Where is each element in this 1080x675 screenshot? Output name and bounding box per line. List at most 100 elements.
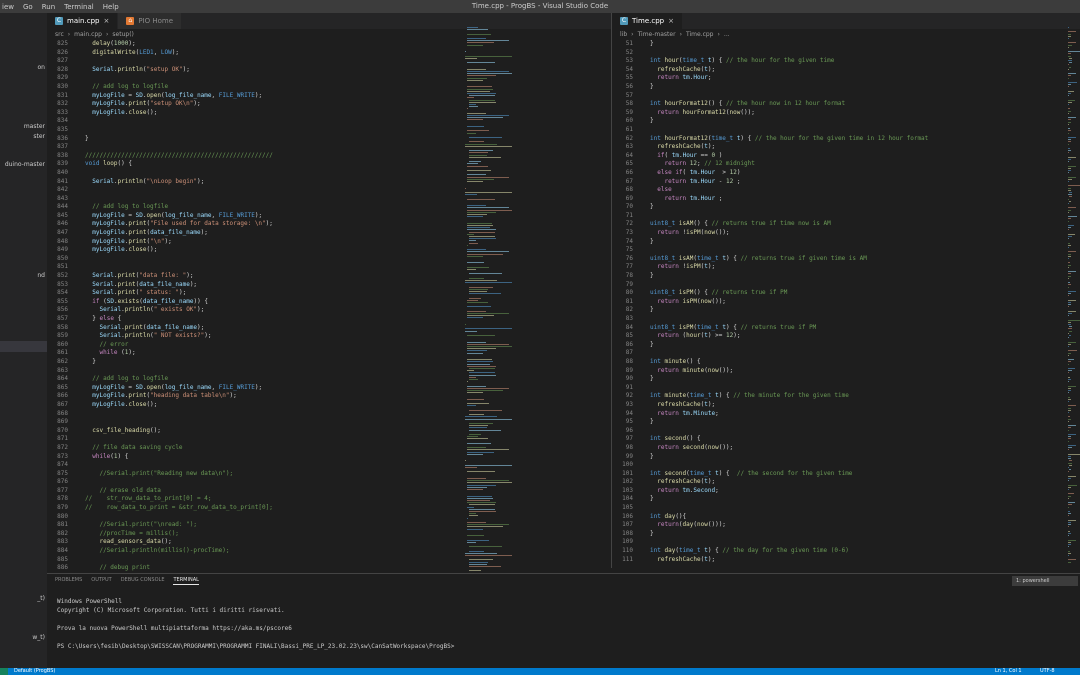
code-line[interactable]: Serial.print(data_file_name); [85,324,273,333]
code-line[interactable]: myLogFile = SD.open(log_file_name, FILE_… [85,92,273,101]
code-line[interactable]: // add log to logfile [85,375,273,384]
close-icon[interactable]: × [103,17,109,25]
code-line[interactable] [650,126,928,135]
code-line[interactable]: myLogFile.print("File used for data stor… [85,220,273,229]
code-line[interactable]: return second(now()); [650,444,928,453]
code-line[interactable]: refreshCache(t); [650,556,928,565]
tab-main-cpp[interactable]: C main.cpp × [47,13,119,29]
code-line[interactable] [650,427,928,436]
code-line[interactable]: // erase old data [85,487,273,496]
code-line[interactable]: void loop() { [85,160,273,169]
code-line[interactable] [650,461,928,470]
code-line[interactable] [85,143,273,152]
code-line[interactable] [85,57,273,66]
code-line[interactable]: return tm.Hour; [650,74,928,83]
code-line[interactable]: uint8_t isPM(time_t t) { // returns true… [650,324,928,333]
code-line[interactable]: // debug print [85,564,273,573]
code-line[interactable]: return 12; // 12 midnight [650,160,928,169]
code-line[interactable]: } [650,453,928,462]
code-line[interactable]: return tm.Hour ; [650,195,928,204]
code-line[interactable]: myLogFile = SD.open(log_file_name, FILE_… [85,212,273,221]
code-line[interactable]: int second() { [650,435,928,444]
code-line[interactable]: int minute(time_t t) { // the minute for… [650,392,928,401]
code-line[interactable] [85,367,273,376]
code-line[interactable]: } [650,418,928,427]
code-line[interactable]: uint8_t isAM() { // returns true if time… [650,220,928,229]
code-line[interactable] [650,49,928,58]
code-line[interactable] [85,556,273,565]
code-line[interactable]: //procTime = millis(); [85,530,273,539]
code-line[interactable]: ////////////////////////////////////////… [85,152,273,161]
close-icon[interactable]: × [668,17,674,25]
menu-item-go[interactable]: Go [23,3,33,11]
code-line[interactable]: return tm.Second; [650,487,928,496]
code-line[interactable] [85,117,273,126]
code-line[interactable] [650,349,928,358]
code-line[interactable]: } [650,238,928,247]
code-line[interactable]: myLogFile.close(); [85,109,273,118]
code-line[interactable]: } [650,117,928,126]
code-line[interactable]: return hourFormat12(now()); [650,109,928,118]
code-line[interactable]: // add log to logfile [85,203,273,212]
code-line[interactable]: myLogFile.print("\n"); [85,238,273,247]
code-line[interactable] [85,461,273,470]
code-line[interactable] [650,384,928,393]
code-line[interactable]: return !isPM(now()); [650,229,928,238]
breadcrumb-item[interactable]: Time.cpp [686,29,714,40]
code-line[interactable]: digitalWrite(LED1, LOW); [85,49,273,58]
code-line[interactable]: if (SD.exists(data_file_name)) { [85,298,273,307]
code-line[interactable]: } [650,40,928,49]
tab-debug-console[interactable]: DEBUG CONSOLE [121,577,165,585]
sidebar-item[interactable]: on [0,62,47,73]
code-line[interactable]: } [650,341,928,350]
breadcrumb-item[interactable]: ... [724,29,730,40]
code-line[interactable]: myLogFile.close(); [85,401,273,410]
tab-pio-home[interactable]: ⌂ PIO Home [118,13,183,29]
code-line[interactable]: myLogFile.print(data_file_name); [85,229,273,238]
code-line[interactable]: } [650,306,928,315]
code-line[interactable]: int hourFormat12(time_t t) { // the hour… [650,135,928,144]
code-line[interactable] [650,538,928,547]
code-line[interactable]: return tm.Minute; [650,410,928,419]
tab-output[interactable]: OUTPUT [91,577,111,585]
code-line[interactable]: // row_data_to_print = &str_row_data_to_… [85,504,273,513]
code-line[interactable]: refreshCache(t); [650,478,928,487]
code-line[interactable]: //Serial.print("\nread: "); [85,521,273,530]
breadcrumb-item[interactable]: main.cpp [74,29,102,40]
tab-time-cpp[interactable]: C Time.cpp × [612,13,683,29]
terminal-select[interactable]: 1: powershell [1012,576,1078,586]
code-lines[interactable]: delay(1000); digitalWrite(LED1, LOW); Se… [85,40,273,573]
code-line[interactable]: Serial.println(" exists OK"); [85,306,273,315]
code-line[interactable]: Serial.println("\nLoop begin"); [85,178,273,187]
remote-indicator-icon[interactable] [0,668,8,675]
code-line[interactable]: return tm.Hour - 12 ; [650,178,928,187]
menu-item-run[interactable]: Run [42,3,55,11]
code-area[interactable]: 51 52 53 54 55 56 57 58 59 60 61 62 63 64 65 66 67 68 69 70… [612,40,1080,568]
code-line[interactable]: } [650,83,928,92]
code-line[interactable]: int second(time_t t) { // the second for… [650,470,928,479]
breadcrumb-item[interactable]: Time-master [638,29,676,40]
code-line[interactable]: Serial.print("data file: "); [85,272,273,281]
code-line[interactable]: delay(1000); [85,40,273,49]
code-line[interactable]: } [650,375,928,384]
code-line[interactable]: // file data saving cycle [85,444,273,453]
sidebar-item[interactable]: nd [0,270,47,281]
code-line[interactable]: } [650,272,928,281]
code-line[interactable]: myLogFile.print("heading data table\n"); [85,392,273,401]
project-env[interactable]: Default (ProgBS) [14,668,55,675]
code-line[interactable]: Serial.print(data_file_name); [85,281,273,290]
code-line[interactable]: Serial.println(" NOT exists?"); [85,332,273,341]
code-line[interactable]: Serial.println("setup OK"); [85,66,273,75]
sidebar-item[interactable]: ster [0,131,47,142]
code-line[interactable]: // str_row_data_to_print[0] = 4; [85,495,273,504]
code-line[interactable]: int hourFormat12() { // the hour now in … [650,100,928,109]
code-lines[interactable]: } int hour(time_t t) { // the hour for th… [650,40,928,564]
cursor-position[interactable]: Ln 1, Col 1 [995,668,1022,675]
code-line[interactable]: Serial.print(" status: "); [85,289,273,298]
code-line[interactable]: int day(time_t t) { // the day for the g… [650,547,928,556]
breadcrumb-item[interactable]: src [55,29,64,40]
code-line[interactable]: int day(){ [650,513,928,522]
tab-problems[interactable]: PROBLEMS [55,577,82,585]
code-line[interactable]: myLogFile.close(); [85,246,273,255]
code-line[interactable]: } else { [85,315,273,324]
